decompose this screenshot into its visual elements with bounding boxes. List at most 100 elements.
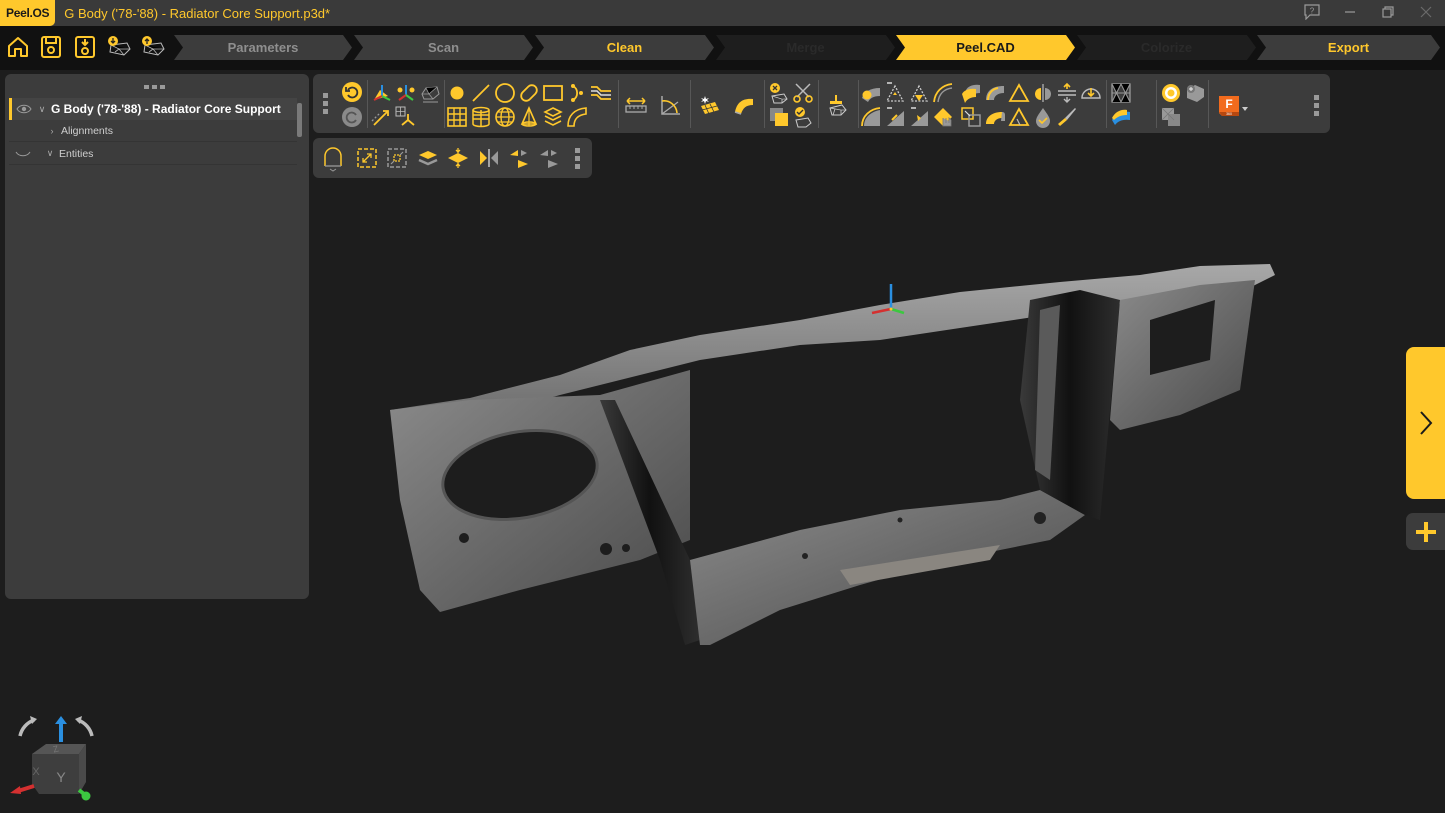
expand-right-panel-button[interactable]: [1406, 347, 1445, 499]
align-axes-icon[interactable]: [371, 82, 393, 104]
add-button[interactable]: [1406, 513, 1445, 550]
step-parameters[interactable]: Parameters: [174, 35, 352, 60]
tree-item-entities[interactable]: ∨ Entities: [9, 143, 297, 165]
knife-icon[interactable]: [1056, 106, 1078, 128]
minimize-icon[interactable]: [1331, 5, 1369, 22]
scene-tree-panel: ∨ G Body ('78-'88) - Radiator Core Suppo…: [5, 74, 309, 599]
triangle-b-icon[interactable]: [908, 82, 930, 104]
align-points-icon[interactable]: [395, 82, 417, 104]
fillet-icon[interactable]: [860, 82, 882, 104]
home-icon[interactable]: [6, 35, 30, 59]
measure-distance-icon[interactable]: [625, 94, 647, 116]
extrude-icon[interactable]: [960, 82, 982, 104]
fusion360-icon[interactable]: F 360: [1216, 93, 1242, 119]
polyline-icon[interactable]: [590, 82, 612, 104]
colorize-mesh-icon[interactable]: [1110, 106, 1132, 128]
drop-check-icon[interactable]: [1032, 106, 1054, 128]
help-icon[interactable]: ?: [1293, 3, 1331, 23]
cone-icon[interactable]: [518, 106, 540, 128]
select-mesh-icon[interactable]: [792, 106, 814, 128]
loft-icon[interactable]: [1080, 82, 1102, 104]
3d-viewport[interactable]: [312, 136, 1445, 813]
delete-mesh-icon[interactable]: [768, 82, 790, 104]
boolean-icon[interactable]: [1160, 106, 1182, 128]
surface-auto-icon[interactable]: [699, 94, 721, 116]
mesh-view-icon[interactable]: [419, 82, 441, 104]
radiator-core-support-model[interactable]: [390, 264, 1275, 645]
target-icon[interactable]: [1160, 82, 1182, 104]
vector-icon[interactable]: [371, 106, 393, 128]
coordinate-system-icon[interactable]: [395, 106, 417, 128]
triangle-c-icon[interactable]: [1008, 106, 1030, 128]
offset-icon[interactable]: [1056, 82, 1078, 104]
document-title: G Body ('78-'88) - Radiator Core Support…: [64, 5, 331, 21]
fusion-dropdown-icon[interactable]: [1241, 100, 1249, 111]
cut-icon[interactable]: [792, 82, 814, 104]
tree-label-entities: Entities: [59, 147, 94, 160]
close-icon[interactable]: [1407, 5, 1445, 22]
select-all-icon[interactable]: [768, 106, 790, 128]
cube-label-x: X: [32, 766, 40, 778]
restore-icon[interactable]: [1369, 5, 1407, 22]
svg-text:?: ?: [1310, 6, 1315, 15]
revolve-icon[interactable]: [984, 82, 1006, 104]
toolbar-more-icon[interactable]: [1314, 95, 1320, 116]
step-clean[interactable]: Clean: [535, 35, 714, 60]
circle-icon[interactable]: [494, 82, 516, 104]
point-icon[interactable]: [446, 82, 468, 104]
navigation-cube[interactable]: Z X Y: [6, 708, 102, 804]
tree-item-alignments[interactable]: › Alignments: [9, 120, 297, 142]
rectangle-icon[interactable]: [542, 82, 564, 104]
chamfer-1-icon[interactable]: [884, 106, 906, 128]
toolbar-grip-icon[interactable]: [323, 93, 329, 114]
arc-3pt-icon[interactable]: [566, 82, 588, 104]
step-peel-cad[interactable]: Peel.CAD: [896, 35, 1075, 60]
peel-cad-toolbar: F 360: [313, 74, 1330, 133]
export-mesh-icon[interactable]: [140, 35, 165, 59]
hand-select-icon[interactable]: [932, 106, 954, 128]
line-icon[interactable]: [470, 82, 492, 104]
eye-icon[interactable]: [16, 104, 32, 114]
eye-closed-icon[interactable]: [15, 150, 31, 158]
panel-drag-handle[interactable]: [144, 85, 165, 89]
tree-item-root[interactable]: ∨ G Body ('78-'88) - Radiator Core Suppo…: [9, 98, 297, 120]
undo-icon[interactable]: [341, 81, 363, 103]
extrude-2-icon[interactable]: [960, 106, 982, 128]
sweep-icon[interactable]: [566, 106, 588, 128]
app-brand[interactable]: Peel.OS: [0, 0, 56, 26]
save-icon[interactable]: [39, 35, 63, 59]
fillet-2-icon[interactable]: [860, 106, 882, 128]
warning-icon[interactable]: [1008, 82, 1030, 104]
chamfer-2-icon[interactable]: [908, 106, 930, 128]
svg-text:F: F: [1225, 97, 1232, 111]
import-mesh-icon[interactable]: [106, 35, 131, 59]
cylinder-icon[interactable]: [470, 106, 492, 128]
step-merge: Merge: [716, 35, 895, 60]
mesh-grid-icon[interactable]: [1110, 82, 1132, 104]
tree-scrollbar[interactable]: [297, 98, 303, 168]
tree-root-label: G Body ('78-'88) - Radiator Core Support: [51, 102, 281, 116]
curve-icon[interactable]: [932, 82, 954, 104]
chevron-right-icon[interactable]: ›: [45, 126, 59, 136]
surface-fit-icon[interactable]: [733, 94, 755, 116]
svg-text:360: 360: [1226, 112, 1232, 116]
cube-label-y: Y: [56, 769, 66, 785]
save-as-icon[interactable]: [73, 35, 97, 59]
layers-icon[interactable]: [542, 106, 564, 128]
sphere-icon[interactable]: [494, 106, 516, 128]
slot-icon[interactable]: [518, 82, 540, 104]
step-export[interactable]: Export: [1257, 35, 1440, 60]
clean-mesh-icon[interactable]: [827, 94, 849, 116]
sweep-solid-icon[interactable]: [984, 106, 1006, 128]
chevron-down-icon[interactable]: ∨: [35, 104, 49, 115]
plane-grid-icon[interactable]: [446, 106, 468, 128]
redo-icon[interactable]: [341, 106, 363, 128]
measure-angle-icon[interactable]: [659, 94, 681, 116]
add-part-icon[interactable]: [1184, 82, 1206, 104]
step-colorize: Colorize: [1077, 35, 1256, 60]
scrollbar-thumb[interactable]: [297, 103, 302, 137]
triangle-a-icon[interactable]: [884, 82, 906, 104]
step-scan[interactable]: Scan: [354, 35, 533, 60]
chevron-down-icon[interactable]: ∨: [43, 148, 57, 159]
split-icon[interactable]: [1032, 82, 1054, 104]
